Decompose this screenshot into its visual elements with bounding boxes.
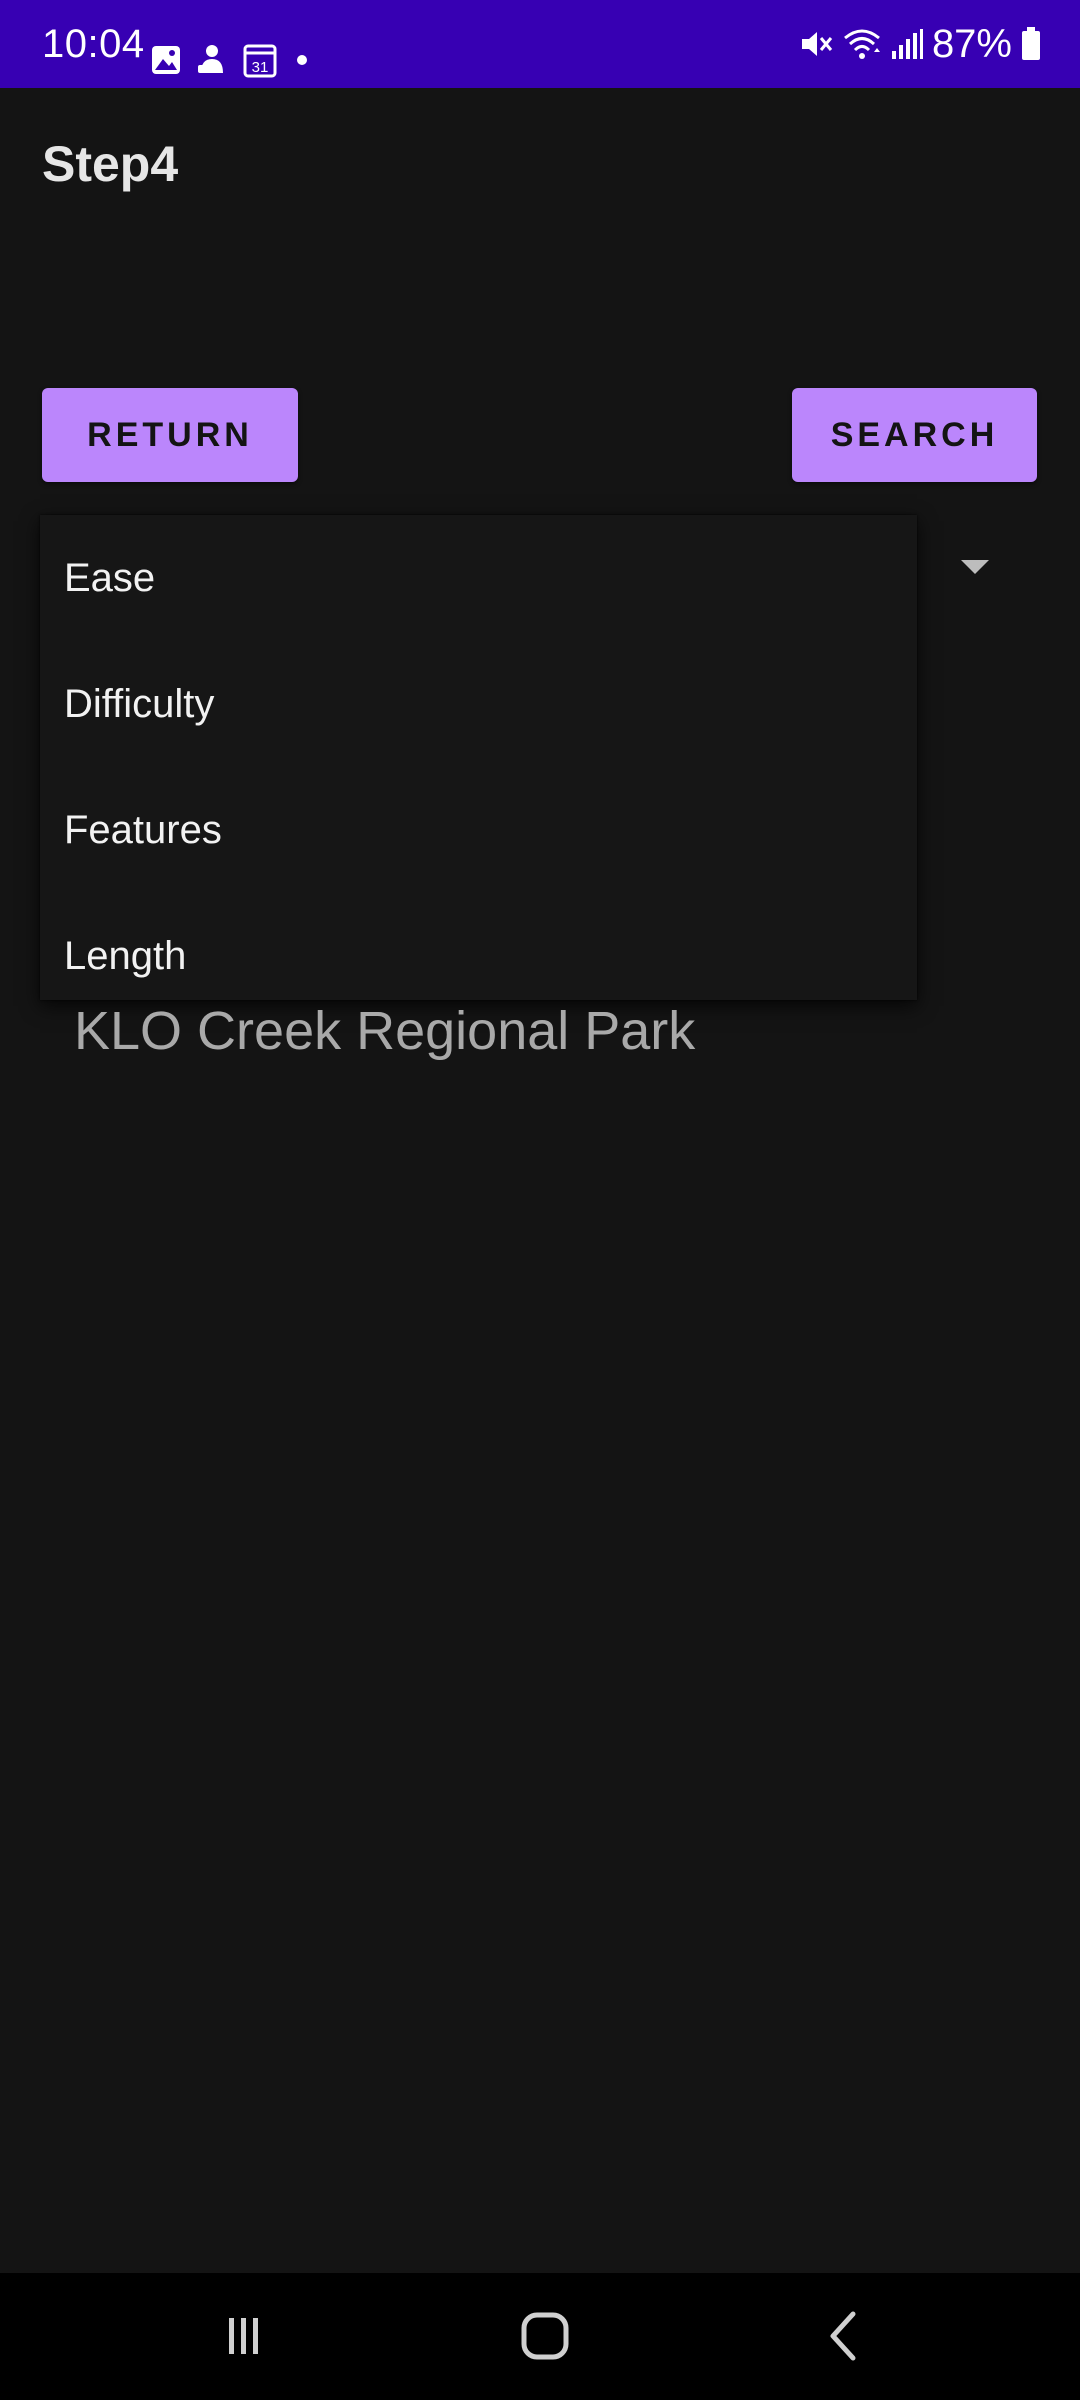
gallery-icon bbox=[150, 44, 182, 76]
dropdown-option-difficulty[interactable]: Difficulty bbox=[40, 641, 917, 767]
screen: 10:04 31 87% Step4 RETURN SEARCH Ease Di… bbox=[0, 0, 1080, 2400]
signal-icon bbox=[890, 27, 924, 61]
mute-icon bbox=[798, 26, 834, 62]
dropdown-option-features[interactable]: Features bbox=[40, 767, 917, 893]
status-system-icons: 87% bbox=[798, 18, 1042, 70]
dropdown-popup: Ease Difficulty Features Length bbox=[40, 515, 917, 1000]
battery-icon bbox=[1020, 26, 1042, 62]
recents-button[interactable] bbox=[198, 2301, 288, 2371]
return-button[interactable]: RETURN bbox=[42, 388, 298, 482]
back-icon bbox=[830, 2311, 856, 2361]
home-icon bbox=[521, 2312, 569, 2360]
home-button[interactable] bbox=[500, 2301, 590, 2371]
status-bar: 10:04 31 87% bbox=[0, 0, 1080, 88]
park-list-item[interactable]: KLO Creek Regional Park bbox=[74, 996, 695, 1066]
battery-percentage: 87% bbox=[931, 22, 1012, 66]
dropdown-option-ease[interactable]: Ease bbox=[40, 515, 917, 641]
page-title: Step4 bbox=[42, 136, 179, 192]
calendar-icon: 31 bbox=[242, 42, 278, 78]
wifi-icon bbox=[842, 26, 882, 62]
back-button[interactable] bbox=[800, 2301, 890, 2371]
calendar-day: 31 bbox=[252, 59, 269, 76]
search-button[interactable]: SEARCH bbox=[792, 388, 1037, 482]
android-app-icon bbox=[196, 43, 228, 77]
dropdown-arrow-icon[interactable] bbox=[961, 560, 989, 574]
recents-icon bbox=[229, 2318, 258, 2354]
notification-dot-icon bbox=[292, 50, 312, 70]
status-notification-icons: 31 bbox=[150, 40, 312, 80]
status-time: 10:04 bbox=[42, 22, 145, 66]
navigation-bar bbox=[0, 2273, 1080, 2400]
